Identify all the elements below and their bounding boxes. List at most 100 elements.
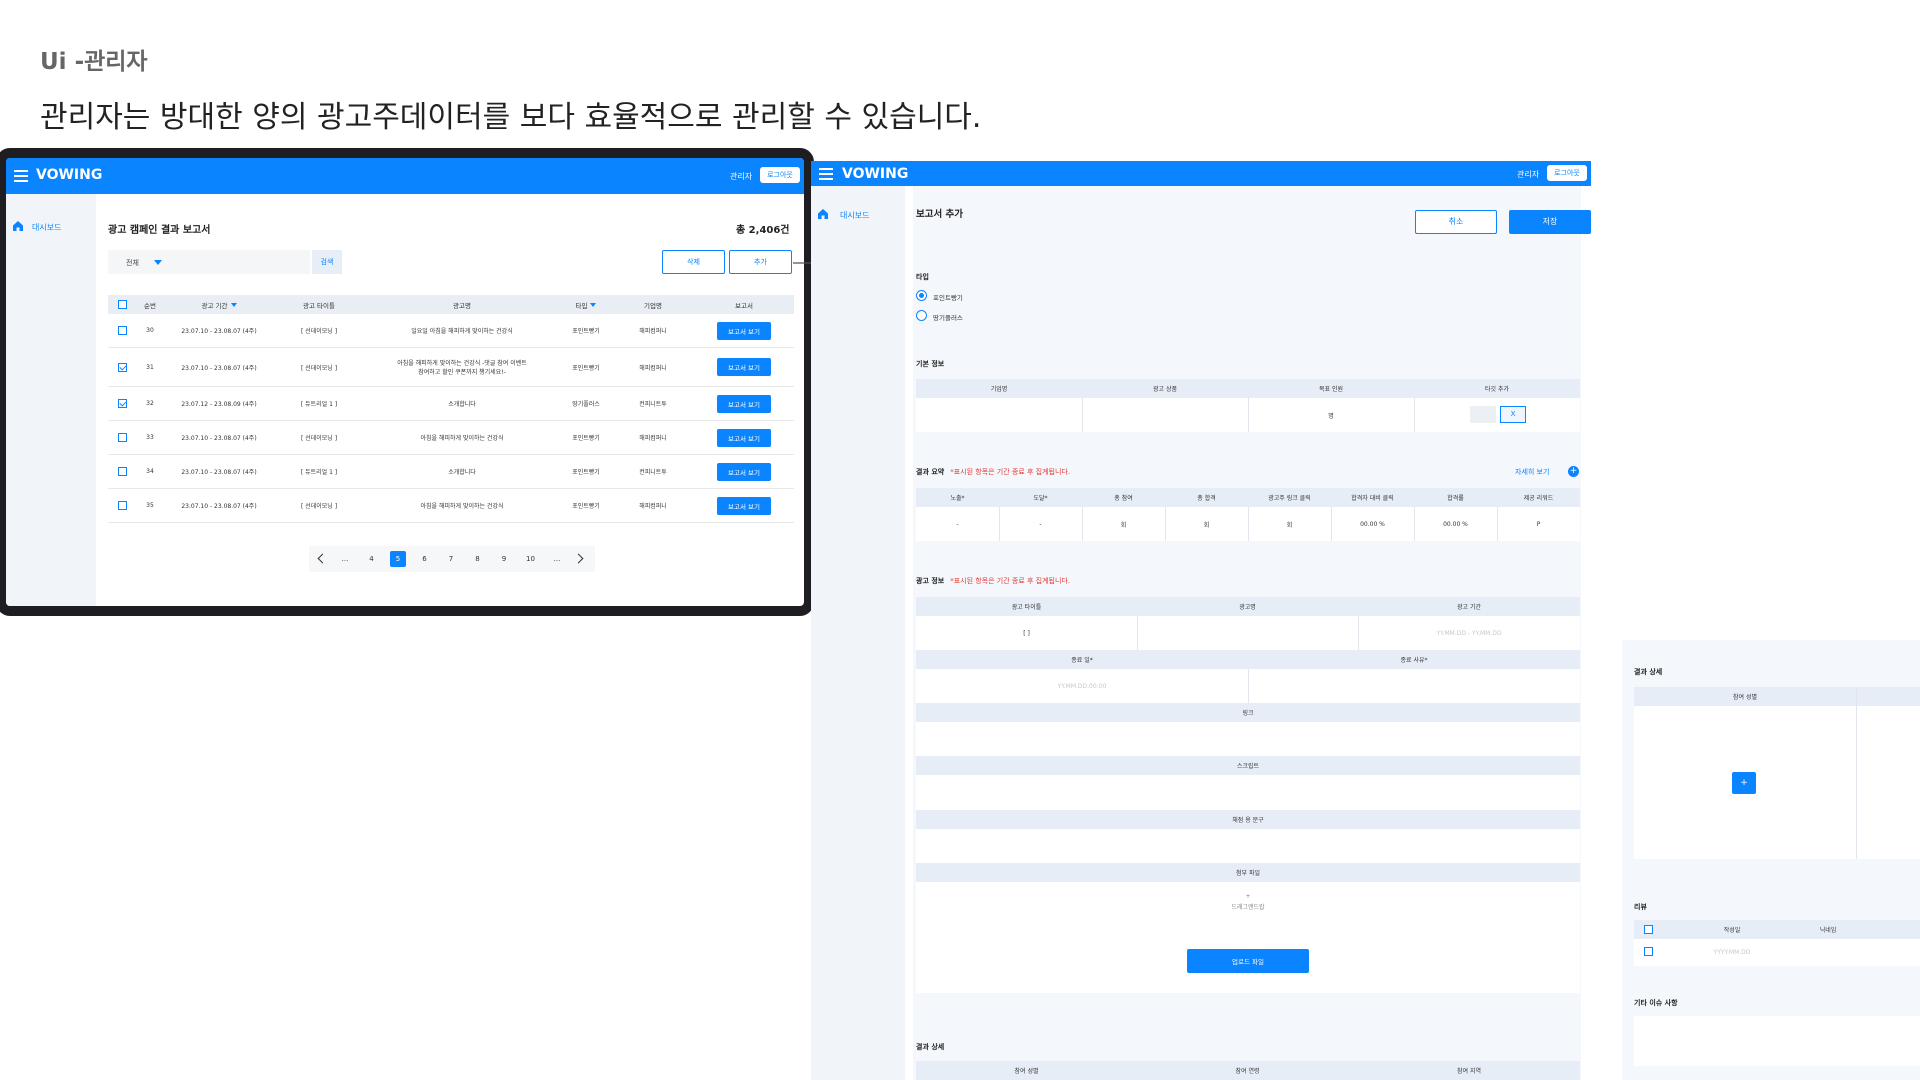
review-date-input[interactable]: YYYY.MM.DD xyxy=(1684,939,1780,966)
menu-icon[interactable] xyxy=(14,170,28,182)
total-count: 총 2,406건 xyxy=(736,225,790,236)
table-row: 32 23.07.12 - 23.08.09 (4주) [ 듀트리얼 1 ] 소개합니… xyxy=(108,387,794,421)
row-checkbox[interactable] xyxy=(117,467,127,476)
detail-col: 참여 연령 xyxy=(1235,1068,1260,1075)
search-button[interactable]: 검색 xyxy=(312,250,342,274)
type-option-label: 포인트빵기 xyxy=(933,294,963,302)
summary-col: 제공 리워드 xyxy=(1523,495,1554,502)
cell-period: 23.07.10 - 23.08.07 (4주) xyxy=(181,364,257,372)
col-no: 순번 xyxy=(144,301,156,310)
adinfo-col: 광고 기간 xyxy=(1457,604,1481,611)
prev-page-icon[interactable] xyxy=(317,553,328,564)
view-report-button[interactable]: 보고서 보기 xyxy=(717,428,771,447)
page-item[interactable]: 4 xyxy=(364,551,380,567)
page-item[interactable]: 9 xyxy=(496,551,512,567)
plus-icon[interactable]: + xyxy=(1568,466,1579,477)
page-item[interactable]: 5 xyxy=(390,551,406,567)
add-detail-button[interactable]: + xyxy=(1732,772,1756,794)
row-checkbox[interactable] xyxy=(117,433,127,442)
row-checkbox[interactable] xyxy=(117,326,127,335)
sidebar-item-dashboard[interactable]: 대시보드 xyxy=(32,222,61,233)
save-button[interactable]: 저장 xyxy=(1509,210,1591,234)
copy-input[interactable] xyxy=(916,829,1580,863)
col-type[interactable]: 타입 xyxy=(560,295,612,314)
adinfo-note: *표시된 항목은 기간 종료 후 집계됩니다. xyxy=(950,577,1071,585)
cell-period: 23.07.10 - 23.08.07 (4주) xyxy=(181,435,257,442)
view-report-button[interactable]: 보고서 보기 xyxy=(717,321,771,340)
select-all-checkbox[interactable] xyxy=(117,300,127,309)
page-item[interactable]: 8 xyxy=(470,551,486,567)
brand-logo[interactable]: VOWING xyxy=(842,166,908,182)
summary-col: 합격률 xyxy=(1447,495,1464,502)
cell-no: 33 xyxy=(146,434,154,441)
logout-button[interactable]: 로그아웃 xyxy=(1547,165,1587,181)
summary-col: 노출* xyxy=(950,495,965,502)
cancel-button[interactable]: 취소 xyxy=(1415,210,1497,234)
view-report-button[interactable]: 보고서 보기 xyxy=(717,358,771,376)
end-reason-input[interactable] xyxy=(1248,669,1580,703)
review-grid: 작성일 닉네임 YYYY.MM.DD xyxy=(1634,920,1920,966)
col-title: 광고 타이틀 xyxy=(303,301,335,310)
drop-zone-label[interactable]: 드래그앤드랍 xyxy=(916,900,1580,912)
page-item[interactable]: 7 xyxy=(443,551,459,567)
cell-no: 32 xyxy=(146,400,154,407)
add-button[interactable]: 추가 xyxy=(729,250,792,274)
cell-name: 아침을 해피하게 맞이하는 건강식 xyxy=(420,503,504,510)
row-checkbox[interactable] xyxy=(117,501,127,510)
target-input[interactable] xyxy=(1470,406,1496,423)
menu-icon[interactable] xyxy=(819,168,833,180)
review-select-all-checkbox[interactable] xyxy=(1644,925,1653,934)
summary-value: 00.00 % xyxy=(1443,520,1468,528)
other-input[interactable] xyxy=(1634,1016,1920,1066)
view-report-button[interactable]: 보고서 보기 xyxy=(717,496,771,515)
cell-type: 포인트빵기 xyxy=(572,469,600,476)
page-item[interactable]: ... xyxy=(549,551,565,567)
sidebar-item-dashboard[interactable]: 대시보드 xyxy=(840,210,869,221)
adinfo-name-input[interactable] xyxy=(1137,616,1358,650)
remove-target-button[interactable]: X xyxy=(1500,406,1526,423)
filter-select[interactable]: 전체 xyxy=(108,250,310,274)
end-date-col: 종료 일* xyxy=(1071,657,1093,664)
cell-no: 35 xyxy=(146,502,154,509)
page-item[interactable]: 10 xyxy=(523,551,539,567)
adinfo-title-input[interactable]: [ ] xyxy=(916,616,1137,650)
delete-button[interactable]: 삭제 xyxy=(662,250,725,274)
page-item[interactable]: ... xyxy=(337,551,353,567)
adinfo-period-input[interactable]: YY.MM.DD - YY.MM.DD xyxy=(1358,616,1580,650)
type-option-label: 땅기플러스 xyxy=(933,314,963,322)
col-name: 광고명 xyxy=(453,301,471,310)
table-row: 31 23.07.10 - 23.08.07 (4주) [ 선데이모닝 ] 아침을 해… xyxy=(108,348,794,387)
more-link[interactable]: 자세히 보기 xyxy=(1515,467,1549,477)
cell-company: 해피컴퍼니 xyxy=(639,503,667,510)
logout-button[interactable]: 로그아웃 xyxy=(760,167,800,183)
sidebar: 대시보드 xyxy=(6,194,96,606)
adinfo-col: 광고명 xyxy=(1239,604,1256,611)
table-row: 34 23.07.10 - 23.08.07 (4주) [ 듀트리얼 1 ] 소개합니… xyxy=(108,455,794,489)
view-report-button[interactable]: 보고서 보기 xyxy=(717,462,771,481)
top-bar: VOWING 관리자 로그아웃 xyxy=(811,161,1591,186)
col-period[interactable]: 광고 기간 xyxy=(164,295,274,314)
script-input[interactable] xyxy=(916,775,1580,809)
basic-col: 기업명 xyxy=(990,386,1008,393)
page-title: 광고 캠페인 결과 보고서 xyxy=(108,225,211,236)
type-radio-point[interactable] xyxy=(916,290,927,301)
link-input[interactable] xyxy=(916,722,1580,756)
page-item[interactable]: 6 xyxy=(417,551,433,567)
brand-logo[interactable]: VOWING xyxy=(36,167,102,183)
next-page-icon[interactable] xyxy=(573,553,584,564)
admin-label: 관리자 xyxy=(730,172,753,181)
upload-button[interactable]: 업로드 파일 xyxy=(1187,949,1309,973)
basic-section-title: 기본 정보 xyxy=(916,360,945,368)
row-checkbox[interactable] xyxy=(117,399,127,408)
col-company: 기업명 xyxy=(644,301,662,310)
type-radio-plus[interactable] xyxy=(916,310,927,321)
view-report-button[interactable]: 보고서 보기 xyxy=(717,394,771,413)
row-checkbox-cell xyxy=(108,387,136,420)
sidebar: 대시보드 xyxy=(811,186,905,1080)
end-date-input[interactable]: YY.MM.DD.00:00 xyxy=(916,669,1248,703)
summary-value: 00.00 % xyxy=(1360,520,1385,528)
row-checkbox[interactable] xyxy=(117,362,127,372)
cell-no: 34 xyxy=(146,468,154,475)
review-row-checkbox[interactable] xyxy=(1644,947,1653,956)
cell-no: 30 xyxy=(146,327,154,334)
